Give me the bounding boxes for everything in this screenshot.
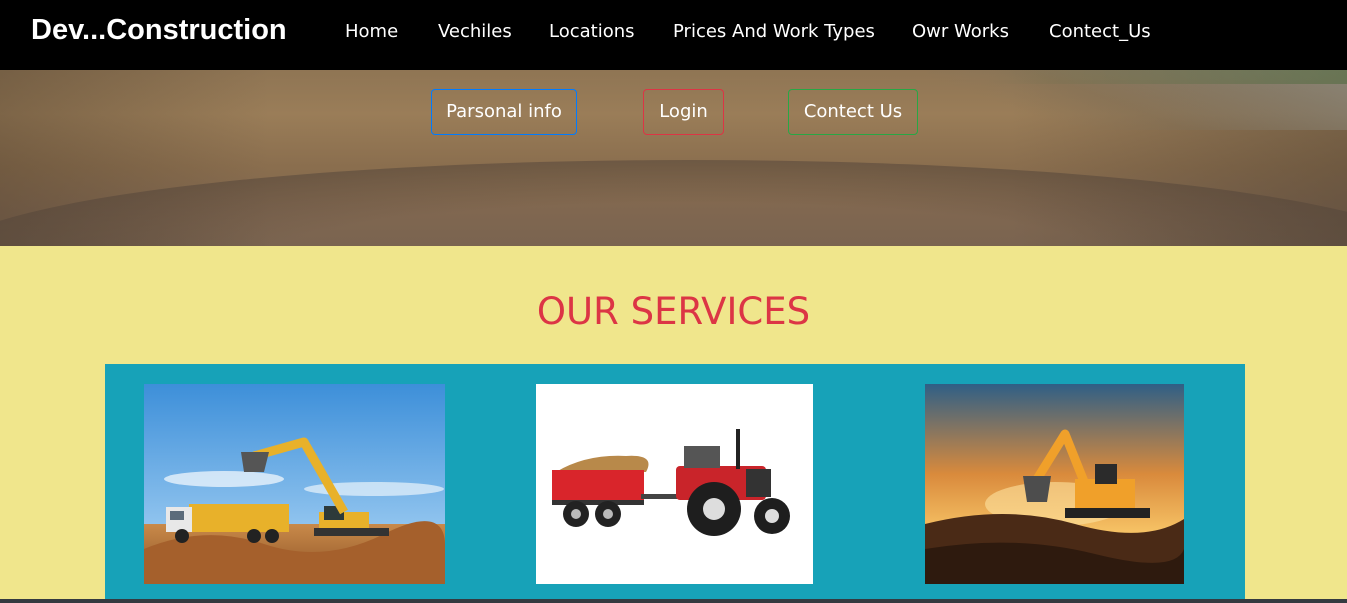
login-button[interactable]: Login (643, 89, 724, 135)
services-panel (105, 364, 1245, 603)
parsonal-info-button[interactable]: Parsonal info (431, 89, 577, 135)
nav-link-locations[interactable]: Locations (549, 21, 635, 42)
nav-link-owr-works[interactable]: Owr Works (912, 21, 1009, 42)
nav-link-contect-us[interactable]: Contect_Us (1049, 21, 1151, 42)
bottom-divider (0, 599, 1347, 603)
brand-logo[interactable]: Dev...Construction (31, 14, 287, 47)
services-title: OUR SERVICES (536, 290, 811, 333)
nav-link-vechiles[interactable]: Vechiles (438, 21, 512, 42)
nav-link-home[interactable]: Home (345, 21, 398, 42)
contect-us-button[interactable]: Contect Us (788, 89, 918, 135)
excavator-sunset-image[interactable] (925, 384, 1184, 584)
excavator-loading-truck-image[interactable] (144, 384, 445, 584)
hero-grass (987, 70, 1347, 84)
navbar: Dev...Construction Home Vechiles Locatio… (0, 0, 1347, 70)
tractor-trailer-image[interactable] (536, 384, 813, 584)
nav-link-prices[interactable]: Prices And Work Types (673, 21, 875, 42)
